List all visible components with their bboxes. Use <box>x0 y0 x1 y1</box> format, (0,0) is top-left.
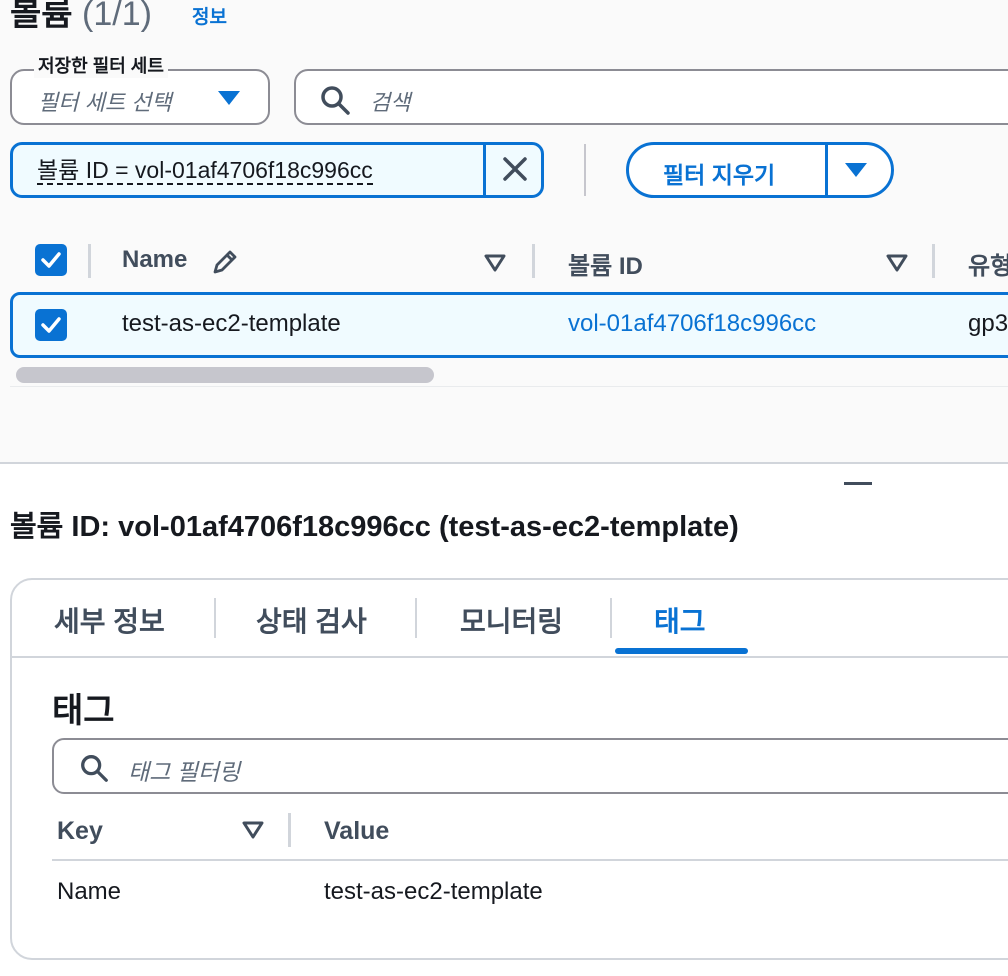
column-separator[interactable] <box>288 813 291 847</box>
filter-token-divider <box>483 145 486 195</box>
resize-handle-icon[interactable] <box>844 482 872 485</box>
tab-separator <box>415 598 417 638</box>
tab-separator <box>214 598 216 638</box>
tag-column-value[interactable]: Value <box>324 817 389 846</box>
filter-token-text[interactable]: 볼륨 ID = vol-01af4706f18c996cc <box>37 157 373 185</box>
close-icon[interactable] <box>497 151 533 187</box>
tab-status-checks[interactable]: 상태 검사 <box>256 600 367 640</box>
row-type: gp3 <box>968 310 1008 337</box>
active-tab-indicator <box>615 648 748 654</box>
column-separator[interactable] <box>88 244 91 278</box>
split-button-divider <box>825 145 828 195</box>
column-separator[interactable] <box>932 244 935 278</box>
column-header-volume-id[interactable]: 볼륨 ID <box>568 246 643 281</box>
selection-count: (1/1) <box>82 0 152 33</box>
toolbar-divider <box>584 144 586 196</box>
tag-key-cell: Name <box>57 878 122 905</box>
search-icon <box>78 752 110 789</box>
row-checkbox[interactable] <box>35 309 67 341</box>
tab-separator <box>610 598 612 638</box>
sort-caret-icon[interactable] <box>484 254 506 277</box>
select-all-checkbox[interactable] <box>35 244 67 276</box>
column-separator[interactable] <box>532 244 535 278</box>
tab-tags[interactable]: 태그 <box>654 600 706 640</box>
search-input[interactable]: 검색 <box>294 69 1008 125</box>
filter-set-placeholder: 필터 세트 선택 <box>38 90 172 115</box>
tag-column-key[interactable]: Key <box>57 817 103 846</box>
tab-details[interactable]: 세부 정보 <box>54 600 165 640</box>
row-volume-id-link[interactable]: vol-01af4706f18c996cc <box>568 310 816 338</box>
tag-header-divider <box>52 859 1008 861</box>
tag-filter-placeholder: 태그 필터링 <box>128 759 241 785</box>
checkmark-icon <box>41 317 61 333</box>
clear-filters-label: 필터 지우기 <box>663 162 776 188</box>
column-header-name[interactable]: Name <box>122 246 187 274</box>
search-icon <box>318 83 352 122</box>
page-title: 볼륨 (1/1) <box>10 0 152 35</box>
pencil-icon <box>210 247 240 282</box>
clear-filters-button[interactable]: 필터 지우기 <box>626 142 894 198</box>
tabs-divider <box>12 656 1008 658</box>
page-title-text: 볼륨 <box>10 0 73 33</box>
caret-down-icon <box>218 91 240 105</box>
tag-filter-input[interactable]: 태그 필터링 <box>52 738 1008 794</box>
details-title: 볼륨 ID: vol-01af4706f18c996cc (test-as-ec… <box>10 511 739 543</box>
checkmark-icon <box>41 252 61 268</box>
tags-heading: 태그 <box>52 692 115 730</box>
info-link[interactable]: 정보 <box>192 2 227 29</box>
volumes-panel: 볼륨 (1/1) 정보 저장한 필터 세트 필터 세트 선택 검색 볼륨 ID … <box>0 0 1008 463</box>
row-name: test-as-ec2-template <box>122 310 341 337</box>
horizontal-scrollbar[interactable] <box>16 367 434 383</box>
column-header-type[interactable]: 유형 <box>968 246 1008 281</box>
search-placeholder: 검색 <box>370 90 411 115</box>
tab-monitoring[interactable]: 모니터링 <box>460 600 563 640</box>
filter-token[interactable]: 볼륨 ID = vol-01af4706f18c996cc <box>10 142 544 198</box>
sort-caret-icon[interactable] <box>242 821 264 844</box>
filter-set-label: 저장한 필터 세트 <box>34 52 168 78</box>
tag-value-cell: test-as-ec2-template <box>324 878 543 905</box>
caret-down-icon[interactable] <box>845 163 867 177</box>
scrollbar-track <box>10 386 1008 387</box>
sort-caret-icon[interactable] <box>886 254 908 277</box>
split-panel-border <box>0 462 1008 464</box>
